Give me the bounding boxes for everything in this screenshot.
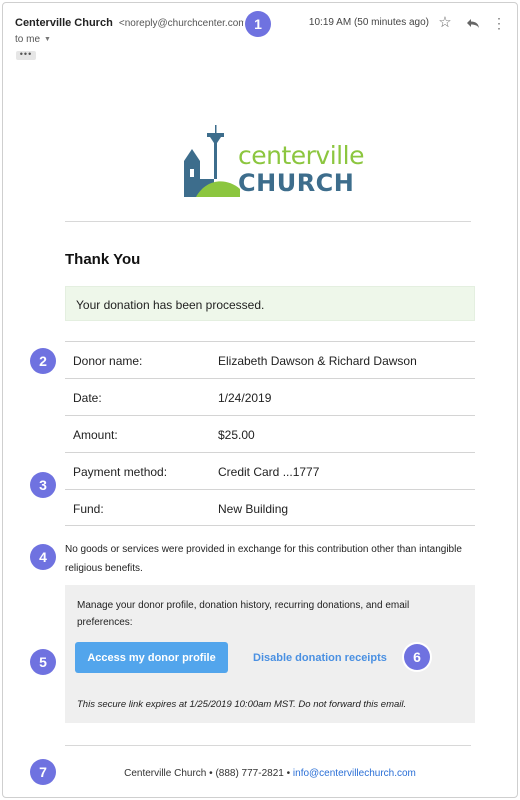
footer: Centerville Church • (888) 777-2821 • in… [65,768,475,779]
sender-email: <noreply@churchcenter.com> [118,18,253,29]
annotation-badge: 2 [30,348,56,374]
table-row: Payment method: Credit Card ...1777 [65,452,475,489]
recipient-label: to me [15,34,41,45]
recipient-details-toggle[interactable]: to me ▼ [15,34,51,45]
church-logo: centerville CHURCH [178,118,368,203]
sender: Centerville Church <noreply@churchcenter… [15,17,252,29]
footer-email-link[interactable]: info@centervillechurch.com [293,768,416,779]
row-label: Date: [73,391,102,405]
row-value: Elizabeth Dawson & Richard Dawson [218,354,417,368]
annotation-badge: 5 [30,649,56,675]
annotation-badge: 7 [30,759,56,785]
annotation-badge: 6 [404,644,430,670]
more-options-icon[interactable]: ⋮ [491,15,507,31]
reply-icon[interactable] [465,15,481,31]
link-expiry-note: This secure link expires at 1/25/2019 10… [77,699,407,710]
access-donor-profile-button[interactable]: Access my donor profile [75,642,228,673]
email-frame: Centerville Church <noreply@churchcenter… [2,2,518,798]
row-value: New Building [218,502,289,516]
row-label: Amount: [73,428,118,442]
table-row: Fund: New Building [65,489,475,526]
footer-phone: (888) 777-2821 [215,768,284,779]
church-logo-graphic [184,125,240,197]
sender-name[interactable]: Centerville Church [15,17,113,29]
timestamp: 10:19 AM (50 minutes ago) [308,17,429,28]
row-value: Credit Card ...1777 [218,465,320,479]
logo-text-centerville: centerville [238,141,364,170]
row-label: Donor name: [73,354,143,368]
footer-separator: • [286,768,291,779]
divider [65,745,471,746]
tax-notice: No goods or services were provided in ex… [65,544,462,574]
star-icon[interactable]: ☆ [437,15,453,31]
success-message: Your donation has been processed. [65,286,475,321]
donation-details-table: Donor name: Elizabeth Dawson & Richard D… [65,341,475,526]
row-value: 1/24/2019 [218,391,272,405]
manage-description: Manage your donor profile, donation hist… [77,600,410,628]
footer-separator: • [209,768,213,779]
table-row: Date: 1/24/2019 [65,378,475,415]
annotation-badge: 3 [30,472,56,498]
row-label: Fund: [73,502,104,516]
annotation-badge: 1 [245,11,271,37]
row-value: $25.00 [218,428,255,442]
chevron-down-icon: ▼ [44,36,51,43]
row-label: Payment method: [73,465,168,479]
table-row: Amount: $25.00 [65,415,475,452]
divider [65,221,471,222]
table-row: Donor name: Elizabeth Dawson & Richard D… [65,341,475,378]
show-trimmed-content-button[interactable]: ••• [16,50,36,60]
page-title: Thank You [65,251,141,268]
footer-org: Centerville Church [124,768,207,779]
logo-text-church: CHURCH [238,169,355,197]
disable-receipts-link[interactable]: Disable donation receipts [253,652,387,664]
annotation-badge: 4 [30,544,56,570]
